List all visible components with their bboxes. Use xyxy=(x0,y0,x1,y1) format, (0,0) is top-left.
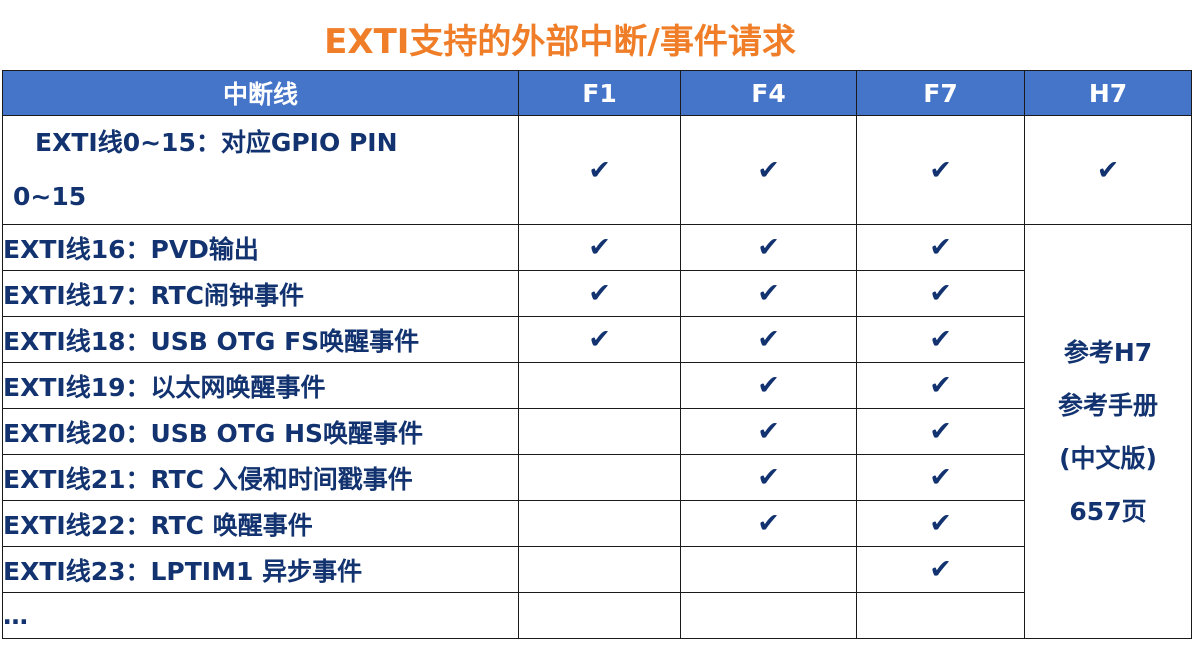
check-cell xyxy=(518,546,681,593)
table-row: EXTI线19：以太网唤醒事件 ✔ ✔ xyxy=(2,362,1192,409)
check-icon: ✔ xyxy=(680,500,857,547)
row-name: EXTI线23：LPTIM1 异步事件 xyxy=(2,546,519,593)
check-icon: ✔ xyxy=(856,362,1025,409)
table-row: EXTI线20：USB OTG HS唤醒事件 ✔ ✔ xyxy=(2,408,1192,455)
check-icon: ✔ xyxy=(680,316,857,363)
table-row: … xyxy=(2,592,1192,639)
h7-note-line: (中文版) xyxy=(1059,443,1157,473)
check-icon: ✔ xyxy=(518,115,681,225)
row-name-line2: 0~15 xyxy=(13,182,87,211)
row-ellipsis: … xyxy=(2,592,519,639)
check-cell xyxy=(518,408,681,455)
check-icon: ✔ xyxy=(680,115,857,225)
h7-note-line: 参考H7 xyxy=(1063,337,1153,367)
row-name: EXTI线16：PVD输出 xyxy=(2,224,519,271)
check-cell xyxy=(856,592,1025,639)
check-icon: ✔ xyxy=(680,454,857,501)
h7-reference-note: 参考H7 参考手册 (中文版) 657页 xyxy=(1024,224,1192,639)
h7-note-line: 657页 xyxy=(1069,496,1147,526)
check-icon: ✔ xyxy=(856,115,1025,225)
check-icon: ✔ xyxy=(856,224,1025,271)
table-row: EXTI线18：USB OTG FS唤醒事件 ✔ ✔ ✔ xyxy=(2,316,1192,363)
column-header-f4: F4 xyxy=(680,70,857,116)
check-icon: ✔ xyxy=(680,362,857,409)
column-header-f1: F1 xyxy=(518,70,681,116)
check-icon: ✔ xyxy=(518,316,681,363)
column-header-f7: F7 xyxy=(856,70,1025,116)
check-cell xyxy=(518,454,681,501)
row-name-cell: EXTI线0~15：对应GPIO PIN 0~15 xyxy=(2,115,519,225)
table-row: EXTI线17：RTC闹钟事件 ✔ ✔ ✔ xyxy=(2,270,1192,317)
row-name: EXTI线21：RTC 入侵和时间戳事件 xyxy=(2,454,519,501)
row-name: EXTI线22：RTC 唤醒事件 xyxy=(2,500,519,547)
check-icon: ✔ xyxy=(856,546,1025,593)
check-cell xyxy=(518,362,681,409)
column-header-h7: H7 xyxy=(1024,70,1192,116)
row-name-line1: EXTI线0~15：对应GPIO PIN xyxy=(35,128,398,157)
row-name: EXTI线17：RTC闹钟事件 xyxy=(2,270,519,317)
check-icon: ✔ xyxy=(856,500,1025,547)
row-name: EXTI线20：USB OTG HS唤醒事件 xyxy=(2,408,519,455)
check-icon: ✔ xyxy=(856,408,1025,455)
check-cell xyxy=(680,546,857,593)
check-icon: ✔ xyxy=(518,224,681,271)
check-cell xyxy=(518,500,681,547)
table-row: EXTI线16：PVD输出 ✔ ✔ ✔ 参考H7 参考手册 (中文版) 657页 xyxy=(2,224,1192,639)
check-icon: ✔ xyxy=(1024,115,1192,225)
h7-note-line: 参考手册 xyxy=(1057,390,1158,420)
check-icon: ✔ xyxy=(680,224,857,271)
check-icon: ✔ xyxy=(856,454,1025,501)
row-name: EXTI线18：USB OTG FS唤醒事件 xyxy=(2,316,519,363)
check-icon: ✔ xyxy=(856,270,1025,317)
check-cell xyxy=(518,592,681,639)
page-title: EXTI支持的外部中断/事件请求 xyxy=(324,22,796,62)
table-row: EXTI线23：LPTIM1 异步事件 ✔ xyxy=(2,546,1192,593)
column-header-interrupt-line: 中断线 xyxy=(2,70,519,116)
check-icon: ✔ xyxy=(856,316,1025,363)
check-icon: ✔ xyxy=(518,270,681,317)
exti-table: 中断线 F1 F4 F7 H7 EXTI线0~15：对应GPIO PIN 0~1… xyxy=(2,70,1192,639)
row-name: EXTI线19：以太网唤醒事件 xyxy=(2,362,519,409)
check-cell xyxy=(680,592,857,639)
table-header-row: 中断线 F1 F4 F7 H7 xyxy=(2,70,1192,116)
table-row: EXTI线0~15：对应GPIO PIN 0~15 ✔ ✔ ✔ ✔ xyxy=(2,115,1192,225)
table-row: EXTI线22：RTC 唤醒事件 ✔ ✔ xyxy=(2,500,1192,547)
check-icon: ✔ xyxy=(680,408,857,455)
table-row: EXTI线21：RTC 入侵和时间戳事件 ✔ ✔ xyxy=(2,454,1192,501)
check-icon: ✔ xyxy=(680,270,857,317)
